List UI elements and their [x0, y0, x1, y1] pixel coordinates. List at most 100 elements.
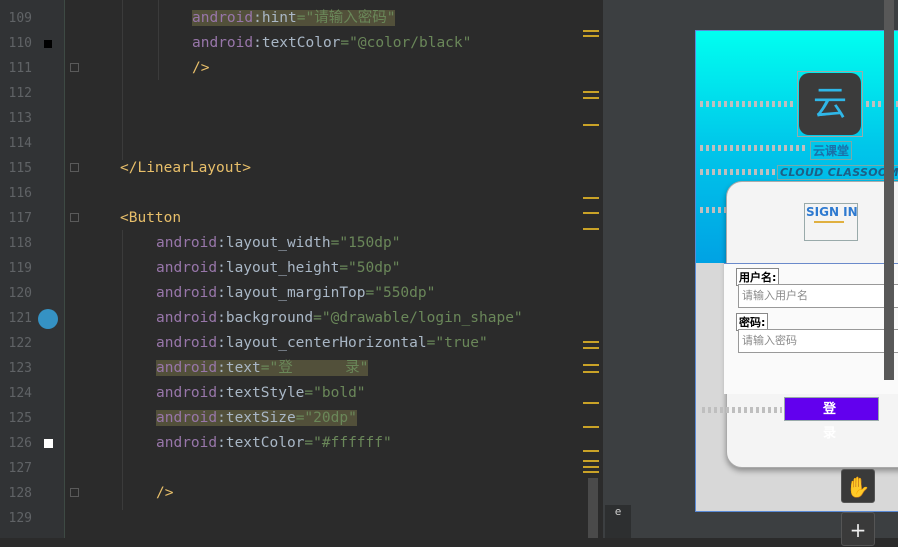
error-stripe-mark[interactable]	[583, 450, 599, 452]
fold-icon[interactable]	[70, 488, 79, 497]
code-line[interactable]: android:textSize="20dp"	[156, 406, 357, 431]
code-line[interactable]: android:textStyle="bold"	[156, 381, 366, 406]
code-token: ="登 录"	[260, 360, 369, 376]
line-number: 111	[8, 61, 32, 76]
username-input[interactable]: 请输入用户名	[738, 284, 898, 308]
error-stripe-mark[interactable]	[583, 212, 599, 214]
line-number: 121	[8, 311, 32, 326]
code-token: :textColor	[217, 435, 305, 451]
indent-guide	[122, 0, 123, 160]
error-stripe-mark[interactable]	[583, 341, 599, 343]
color-drawable-icon[interactable]	[38, 309, 58, 329]
line-number: 122	[8, 336, 32, 351]
code-line[interactable]: android:layout_marginTop="550dp"	[156, 281, 435, 306]
code-token: :layout_marginTop	[217, 285, 366, 301]
code-line[interactable]: android:background="@drawable/login_shap…	[156, 306, 523, 331]
line-number: 119	[8, 261, 32, 276]
indent-guide	[158, 0, 159, 80]
code-token: />	[156, 485, 174, 501]
password-input[interactable]: 请输入密码	[738, 329, 898, 353]
code-line[interactable]: </LinearLayout>	[120, 156, 251, 181]
error-stripe-mark[interactable]	[583, 97, 599, 99]
pan-hand-icon[interactable]: ✋	[841, 469, 875, 503]
error-stripe-mark[interactable]	[583, 30, 599, 32]
fold-icon[interactable]	[70, 63, 79, 72]
device-preview[interactable]: 云 云课堂 CLOUD CLASSOOM SIGN IN 用户名: 请输入用户名…	[695, 30, 898, 512]
code-token: ="20dp"	[295, 410, 357, 426]
code-token: ="550dp"	[365, 285, 436, 301]
code-token: />	[192, 60, 210, 76]
line-number: 113	[8, 111, 32, 126]
line-number: 116	[8, 186, 32, 201]
code-token: android	[156, 360, 218, 376]
constraint-spring	[700, 169, 776, 175]
line-number: 120	[8, 286, 32, 301]
code-token: android	[192, 35, 254, 51]
error-stripe-mark[interactable]	[583, 471, 599, 473]
indent-guide	[122, 230, 123, 510]
error-stripe-mark[interactable]	[583, 466, 599, 468]
code-token: android	[156, 410, 218, 426]
code-token: :background	[217, 310, 314, 326]
side-tab[interactable]: e	[605, 505, 631, 538]
code-token: :hint	[253, 10, 297, 26]
code-line[interactable]: <Button	[120, 206, 181, 231]
code-token: <Button	[120, 210, 182, 226]
line-number: 123	[8, 361, 32, 376]
color-swatch-icon[interactable]	[44, 439, 53, 448]
code-line[interactable]: />	[156, 481, 173, 506]
code-token: android	[156, 260, 218, 276]
error-stripe-mark[interactable]	[583, 371, 599, 373]
line-number: 125	[8, 411, 32, 426]
line-number: 127	[8, 461, 32, 476]
code-token: :layout_width	[217, 235, 331, 251]
code-line[interactable]: android:layout_width="150dp"	[156, 231, 400, 256]
error-stripe-mark[interactable]	[583, 426, 599, 428]
fold-icon[interactable]	[70, 213, 79, 222]
line-number: 129	[8, 511, 32, 526]
code-line[interactable]: android:layout_centerHorizontal="true"	[156, 331, 488, 356]
code-token: ="50dp"	[339, 260, 401, 276]
error-stripe-mark[interactable]	[583, 197, 599, 199]
code-token: android	[156, 385, 218, 401]
error-stripe-mark[interactable]	[583, 91, 599, 93]
code-editor[interactable]: 109 110 111 112 113 114 115 116 117 118 119 120 121 1…	[0, 0, 602, 538]
code-token: :layout_height	[217, 260, 340, 276]
code-line[interactable]: android:text="登 录"	[156, 356, 369, 381]
preview-scrollbar[interactable]	[884, 0, 894, 380]
error-stripe-mark[interactable]	[583, 364, 599, 366]
breakpoint-marker[interactable]	[44, 40, 52, 48]
code-token: :textSize	[217, 410, 296, 426]
error-stripe-mark[interactable]	[583, 228, 599, 230]
fold-icon[interactable]	[70, 163, 79, 172]
signin-underline	[814, 221, 844, 223]
error-stripe-mark[interactable]	[583, 460, 599, 462]
line-number: 114	[8, 136, 32, 151]
code-line[interactable]: android:textColor="#ffffff"	[156, 431, 392, 456]
line-number: 126	[8, 436, 32, 451]
code-line[interactable]: android:hint="请输入密码"	[192, 6, 396, 31]
error-stripe-mark[interactable]	[583, 124, 599, 126]
error-stripe-mark[interactable]	[583, 35, 599, 37]
editor-scrollbar[interactable]	[588, 478, 598, 538]
code-token: :textStyle	[217, 385, 305, 401]
code-line[interactable]: />	[192, 56, 209, 81]
code-area[interactable]: android:hint="请输入密码" android:textColor="@…	[84, 0, 582, 538]
code-token: android	[156, 285, 218, 301]
code-token: :text	[217, 360, 261, 376]
line-number: 128	[8, 486, 32, 501]
login-button[interactable]: 登 录	[784, 397, 879, 441]
cloud-logo-icon: 云	[799, 73, 861, 135]
code-token: ="#ffffff"	[304, 435, 392, 451]
constraint-spring	[700, 101, 796, 107]
line-number: 118	[8, 236, 32, 251]
side-tool-strip: e	[602, 0, 633, 538]
code-token: ="请输入密码"	[296, 10, 396, 26]
error-stripe-mark[interactable]	[583, 402, 599, 404]
code-line[interactable]: android:textColor="@color/black"	[192, 31, 471, 56]
line-number: 124	[8, 386, 32, 401]
error-stripe-mark[interactable]	[583, 347, 599, 349]
zoom-in-plus-icon[interactable]: +	[841, 512, 875, 546]
line-number: 109	[8, 11, 32, 26]
code-line[interactable]: android:layout_height="50dp"	[156, 256, 400, 281]
